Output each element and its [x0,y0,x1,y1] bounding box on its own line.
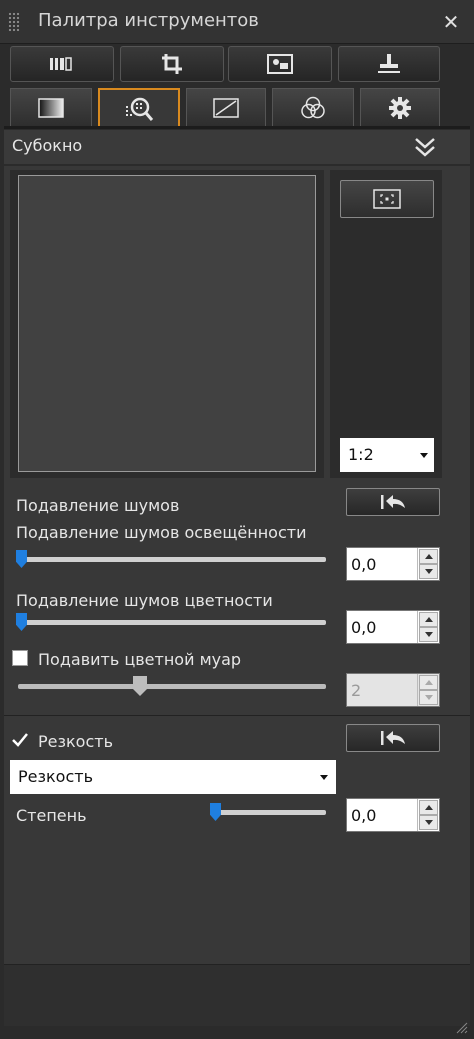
image-button[interactable] [228,46,332,82]
amount-value: 0,0 [351,806,377,825]
luminance-value: 0,0 [351,555,377,574]
fit-frame-icon [373,189,401,209]
exposure-icon [38,97,64,118]
image-icon [267,54,293,74]
bottom-bar [4,964,470,1026]
tab-detail[interactable] [98,88,180,128]
moire-up-button[interactable] [419,675,438,690]
chroma-down-button[interactable] [419,627,438,642]
moire-spinbox[interactable]: 2 [346,673,440,707]
sharpness-label: Резкость [38,732,113,751]
sharpness-reset-button[interactable] [346,724,440,752]
reset-arrow-icon [381,495,405,509]
chroma-up-button[interactable] [419,612,438,627]
preview-area[interactable] [18,175,316,472]
amount-slider-track[interactable] [214,810,326,815]
palette-title: Палитра инструментов [38,10,259,31]
crop-button[interactable] [120,46,224,82]
section-title: Субокно [12,136,83,155]
resize-grip-icon[interactable] [454,1020,468,1034]
chroma-slider-track[interactable] [18,620,326,625]
dropdown-arrow-icon [420,453,428,458]
checkmark-icon [12,733,28,747]
tab-underline [4,126,470,129]
chroma-spinbox[interactable]: 0,0 [346,610,440,644]
color-circles-icon [301,96,325,118]
luminance-down-button[interactable] [419,564,438,579]
tab-curve[interactable] [186,88,266,126]
tab-color[interactable] [272,88,354,126]
section-divider [4,715,470,716]
dropdown-arrow-icon [320,775,328,780]
close-icon[interactable]: ✕ [440,11,462,33]
luminance-slider-track[interactable] [18,557,326,562]
amount-up-button[interactable] [419,800,438,815]
double-chevron-down-icon[interactable] [412,133,438,161]
moire-label: Подавить цветной муар [38,650,242,669]
tab-exposure[interactable] [10,88,92,126]
crop-icon [162,54,182,74]
gear-icon [389,96,411,119]
moire-checkbox[interactable] [12,650,28,666]
stamp-icon [378,54,400,73]
stamp-button[interactable] [338,46,440,82]
noise-reset-button[interactable] [346,488,440,516]
amount-down-button[interactable] [419,815,438,830]
reset-arrow-icon [381,731,405,745]
curve-icon [213,97,239,118]
fit-preview-button[interactable] [340,180,434,218]
amount-label: Степень [16,806,87,825]
chroma-value: 0,0 [351,618,377,637]
luminance-spinbox[interactable]: 0,0 [346,547,440,581]
zoom-value: 1:2 [348,445,374,464]
adjust-button[interactable] [10,46,114,82]
sharpness-checkbox[interactable] [12,732,28,748]
noise-reduction-title: Подавление шумов [16,496,180,515]
sharpness-mode-value: Резкость [18,767,93,786]
amount-spinbox[interactable]: 0,0 [346,798,440,832]
chroma-noise-label: Подавление шумов цветности [16,591,273,610]
sharpness-mode-select[interactable]: Резкость [10,760,336,794]
luminance-up-button[interactable] [419,549,438,564]
moire-down-button[interactable] [419,690,438,705]
luminance-noise-label: Подавление шумов освещённости [16,523,307,542]
moire-slider-track[interactable] [18,684,326,689]
zoom-select[interactable]: 1:2 [340,438,434,472]
tab-settings[interactable] [360,88,440,126]
adjust-icon [50,57,72,71]
detail-zoom-icon [126,97,154,121]
drag-grip-icon[interactable] [8,12,20,32]
moire-value: 2 [351,681,362,700]
